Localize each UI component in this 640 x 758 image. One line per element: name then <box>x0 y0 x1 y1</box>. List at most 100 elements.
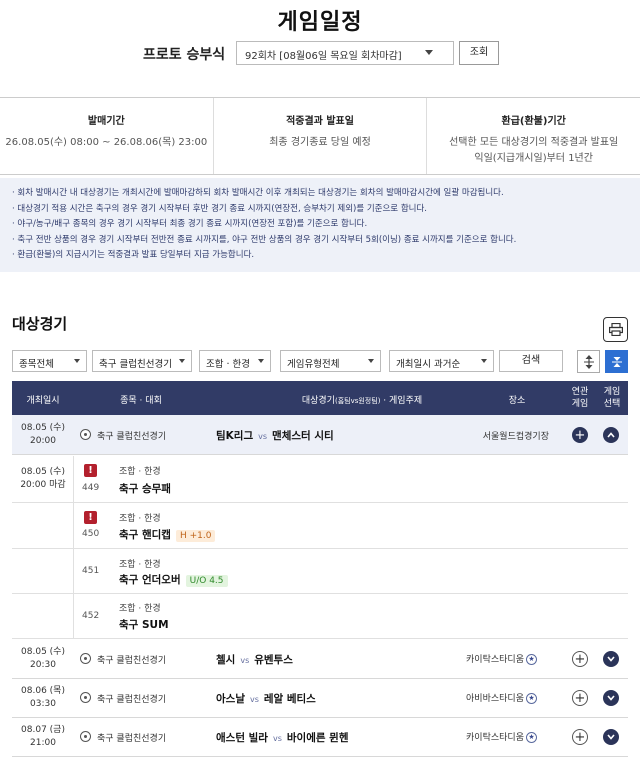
printer-icon <box>608 323 623 336</box>
game-type-filter[interactable]: 게임유형전체 <box>280 350 381 372</box>
sub-datetime <box>12 503 74 548</box>
order-filter[interactable]: 개최일시 과거순 <box>389 350 494 372</box>
soccer-ball-icon <box>80 653 91 664</box>
header-datetime: 개최일시 <box>26 396 60 406</box>
related-game-button[interactable]: + <box>572 729 588 745</box>
header-select-line1: 게임 <box>603 387 621 397</box>
sub-datetime <box>12 594 74 638</box>
sub-game-row[interactable]: 451 조합 · 한경 축구 언더오버 U/O 4.5 <box>12 549 628 594</box>
sub-deadline: 20:00 마감 <box>20 480 66 490</box>
match-row[interactable]: 08.07 (금) 21:00 축구 클럽친선경기 애스턴 빌라 vs 바이에른 뮌헨… <box>12 718 628 757</box>
header-select: 게임 선택 <box>596 386 628 410</box>
combo-filter[interactable]: 조합 · 한경 <box>199 350 271 372</box>
search-button[interactable]: 검색 <box>499 350 563 372</box>
round-select-value: 92회차 [08월06일 목요일 회차마감] <box>245 51 402 62</box>
match-row[interactable]: 08.06 (목) 03:30 축구 클럽친선경기 아스날 vs 레알 베티스 아비바… <box>12 679 628 718</box>
header-related-line1: 연관 <box>571 387 589 397</box>
print-button[interactable] <box>603 317 628 342</box>
match-league: 축구 클럽친선경기 <box>97 432 167 442</box>
related-game-button[interactable]: + <box>572 651 588 667</box>
game-name: 축구 언더오버 U/O 4.5 <box>119 572 228 587</box>
toggle-game-button[interactable] <box>603 729 619 745</box>
sub-game-row[interactable]: ! 450 조합 · 한경 축구 핸디캡 H +1.0 <box>12 503 628 549</box>
plus-icon: + <box>574 651 586 667</box>
league-filter[interactable]: 축구 클럽친선경기 <box>92 350 192 372</box>
match-teams: 첼시 vs 유벤투스 <box>216 652 293 667</box>
vs-label: vs <box>240 656 250 665</box>
home-team: 첼시 <box>216 654 236 666</box>
info-heading: 발매기간 <box>87 116 125 127</box>
match-date: 08.05 (수) <box>21 423 65 433</box>
sub-game-row[interactable]: 08.05 (수) 20:00 마감 ! 449 조합 · 한경 축구 승무패 <box>12 456 628 503</box>
notice-item: 환급(환불)의 지급시기는 적중결과 발표 당일부터 지급 가능합니다. <box>12 248 630 264</box>
collapse-all-button[interactable] <box>605 350 628 373</box>
combo-filter-value: 조합 · 한경 <box>206 359 251 370</box>
info-refund-period: 환급(환불)기간 선택한 모든 대상경기의 적중결과 발표일 익일(지급개시일)… <box>426 98 640 174</box>
chevron-up-icon <box>607 432 615 438</box>
game-name-text: 축구 언더오버 <box>119 574 181 586</box>
match-time: 21:00 <box>30 738 56 748</box>
match-league: 축구 클럽친선경기 <box>97 734 167 744</box>
match-row[interactable]: 08.05 (수) 20:30 축구 클럽친선경기 첼시 vs 유벤투스 카이탁스타디… <box>12 639 628 679</box>
star-icon: ★ <box>526 693 537 704</box>
home-team: 팀K리그 <box>216 430 254 442</box>
expand-all-button[interactable] <box>577 350 600 373</box>
game-number: 452 <box>82 611 100 621</box>
header-match-label: 대상경기 <box>301 396 335 406</box>
related-game-button[interactable]: + <box>572 427 588 443</box>
header-match-sub: (홈팀vs원정팀) <box>334 397 381 405</box>
match-row[interactable]: 08.05 (수) 20:00 축구 클럽친선경기 팀K리그 vs 맨체스터 시티 서… <box>12 415 628 455</box>
expand-all-icon <box>583 354 594 369</box>
game-category: 조합 · 한경 <box>119 560 161 570</box>
toggle-game-button[interactable] <box>603 427 619 443</box>
home-team: 아스날 <box>216 693 245 705</box>
header-venue: 장소 <box>508 396 526 406</box>
chevron-down-icon <box>179 359 185 363</box>
toggle-game-button[interactable] <box>603 690 619 706</box>
match-time: 20:30 <box>30 660 56 670</box>
game-category: 조합 · 한경 <box>119 467 161 477</box>
info-value-line2: 익일(지급개시일)부터 1년간 <box>474 153 593 164</box>
chevron-down-icon <box>258 359 264 363</box>
soccer-ball-icon <box>80 692 91 703</box>
match-datetime: 08.07 (금) 21:00 <box>12 724 74 750</box>
info-value: 최종 경기종료 당일 예정 <box>269 137 371 148</box>
section-title: 대상경기 <box>12 315 68 333</box>
header-match-tail: · 게임주제 <box>383 396 423 406</box>
match-date: 08.07 (금) <box>21 725 65 735</box>
away-team: 바이에른 뮌헨 <box>286 732 349 744</box>
vs-label: vs <box>272 734 282 743</box>
game-name: 축구 SUM <box>119 619 169 631</box>
related-game-button[interactable]: + <box>572 690 588 706</box>
game-category: 조합 · 한경 <box>119 604 161 614</box>
match-teams: 팀K리그 vs 맨체스터 시티 <box>216 428 334 443</box>
match-venue: 아비바스타디움 ★ <box>437 691 537 704</box>
toggle-game-button[interactable] <box>603 651 619 667</box>
round-select[interactable]: 92회차 [08월06일 목요일 회차마감] <box>236 41 454 65</box>
query-button[interactable]: 조회 <box>459 41 499 65</box>
sub-game-row[interactable]: 452 조합 · 한경 축구 SUM <box>12 594 628 639</box>
match-datetime: 08.05 (수) 20:00 <box>12 422 74 448</box>
chevron-down-icon <box>368 359 374 363</box>
sport-filter-value: 종목전체 <box>19 359 54 370</box>
star-icon: ★ <box>526 654 537 665</box>
notice-item: 회차 발매시간 내 대상경기는 개최시간에 발매마감하되 회차 발매시간 이후 … <box>12 186 630 202</box>
venue-name: 아비바스타디움 <box>466 694 524 704</box>
game-name: 축구 핸디캡 H +1.0 <box>119 527 216 542</box>
away-team: 유벤투스 <box>254 654 293 666</box>
game-name: 축구 승무패 <box>119 483 171 495</box>
sport-filter[interactable]: 종목전체 <box>12 350 87 372</box>
header-related-line2: 게임 <box>571 399 589 409</box>
venue-name: 카이탁스타디움 <box>466 655 524 665</box>
notice-item: 대상경기 적용 시간은 축구의 경우 경기 시작부터 후반 경기 종료 시까지(… <box>12 202 630 218</box>
game-name-text: 축구 핸디캡 <box>119 529 171 541</box>
header-match: 대상경기(홈팀vs원정팀) · 게임주제 <box>242 393 482 406</box>
under-over-tag: U/O 4.5 <box>185 575 228 587</box>
match-league: 축구 클럽친선경기 <box>97 656 167 666</box>
match-teams: 아스날 vs 레알 베티스 <box>216 691 316 706</box>
match-venue: 서울월드컵경기장 <box>482 432 549 442</box>
chevron-down-icon <box>607 695 615 701</box>
plus-icon: + <box>574 690 586 706</box>
round-label: 프로토 승부식 <box>143 47 226 63</box>
info-sale-period: 발매기간 26.08.05(수) 08:00 ~ 26.08.06(목) 23:… <box>0 98 213 174</box>
